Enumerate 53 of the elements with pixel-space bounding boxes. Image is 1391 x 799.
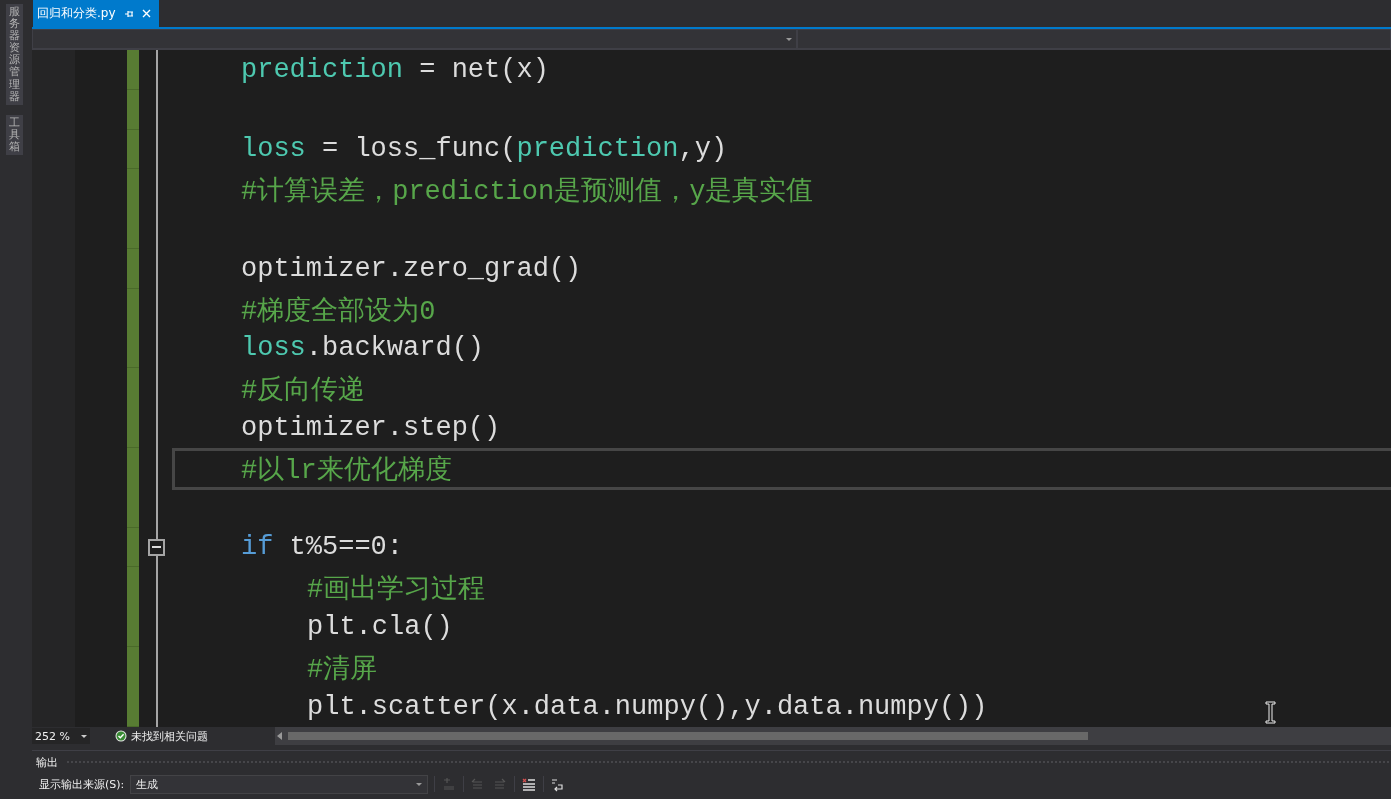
change-bar (127, 89, 139, 130)
change-bar (127, 487, 139, 528)
code-comment: #以lr来优化梯度 (241, 454, 452, 487)
change-bar (127, 408, 139, 448)
scroll-left-icon[interactable] (277, 732, 282, 740)
change-bar (127, 169, 139, 212)
check-circle-icon (115, 730, 127, 742)
code-line: if t%5==0: (241, 532, 404, 563)
code-comment: #画出学习过程 (307, 573, 486, 607)
source-dropdown[interactable]: 生成 (130, 774, 429, 794)
change-bar (127, 646, 139, 689)
sidebar-tab[interactable]: 工具箱 (6, 114, 23, 156)
source-label: 显示输出来源(S): (39, 776, 125, 792)
collapse-icon[interactable] (148, 538, 165, 556)
code-comment: #清屏 (307, 653, 378, 686)
clear-all-icon[interactable] (521, 776, 538, 792)
change-bar (127, 249, 139, 289)
close-icon[interactable] (141, 9, 151, 18)
change-bar (127, 686, 139, 727)
code-line: optimizer.zero_grad() (241, 253, 582, 284)
code-comment: #反向传递 (241, 374, 366, 408)
code-line: optimizer.step() (241, 413, 501, 444)
status-message: 未找到相关问题 (131, 728, 208, 744)
change-bar (127, 447, 139, 490)
code-line: loss.backward() (241, 333, 485, 364)
pin-icon[interactable] (123, 8, 134, 19)
code-line: plt.scatter(x.data.numpy(),y.data.numpy()) (307, 691, 988, 722)
scrollbar-thumb[interactable] (288, 732, 1088, 740)
code-line: loss = loss_func(prediction,y) (241, 134, 728, 165)
change-bar (127, 288, 139, 331)
code-line: plt.cla() (307, 612, 453, 643)
code-comment: #计算误差，prediction是预测值，y是真实值 (241, 175, 814, 209)
change-bar (127, 527, 139, 568)
panel-title: 输出 (36, 754, 58, 770)
change-bar (127, 209, 139, 249)
change-bar (127, 567, 139, 610)
change-bar (127, 129, 139, 170)
code-line: prediction = net(x) (241, 54, 549, 85)
change-bar (127, 607, 139, 647)
sidebar-tab[interactable]: 服务器资源管理器 (6, 4, 23, 105)
change-bar (127, 328, 139, 369)
horizontal-scrollbar[interactable] (275, 727, 1391, 745)
change-bar (127, 50, 139, 90)
caret-icon (81, 734, 87, 738)
text-cursor-icon (1265, 701, 1276, 724)
dropdown-field[interactable] (797, 29, 1391, 49)
document-tab[interactable]: 回归和分类.py (33, 0, 159, 27)
caret-icon (786, 37, 792, 41)
dropdown-field[interactable] (32, 29, 797, 49)
zoom-dropdown[interactable]: 252 % (32, 728, 90, 744)
code-comment: #梯度全部设为0 (241, 295, 436, 328)
change-bar (127, 368, 139, 411)
caret-icon (416, 782, 423, 786)
